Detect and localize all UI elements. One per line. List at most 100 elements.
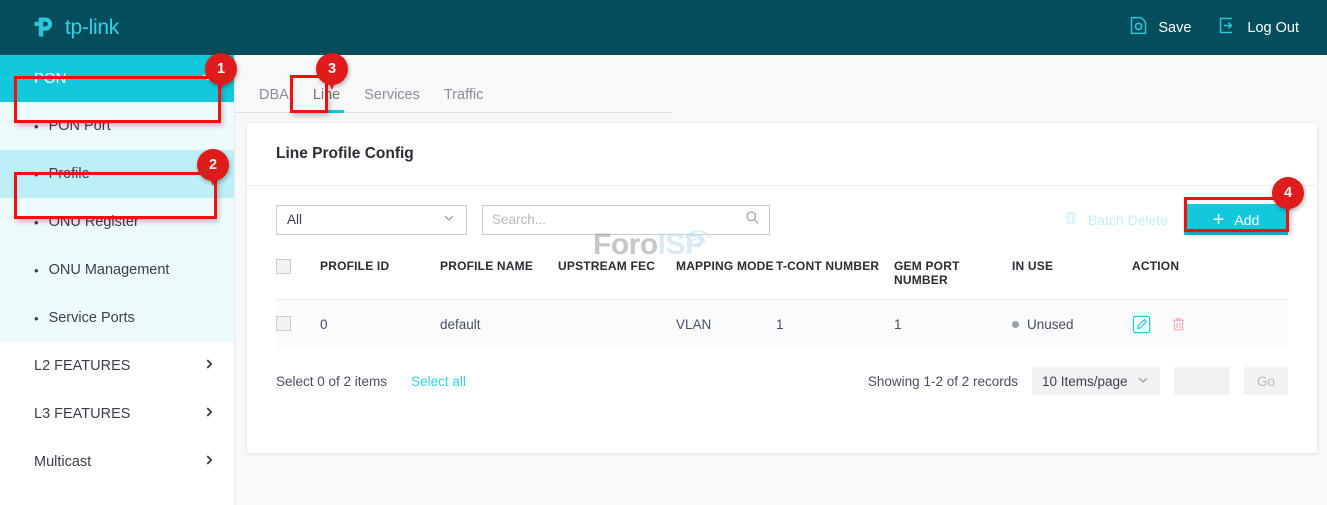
chevron-right-icon xyxy=(202,453,216,471)
bullet-icon: • xyxy=(34,215,39,230)
column-upstream-fec: UPSTREAM FEC xyxy=(558,253,676,300)
sidebar-item-label: ONU Register xyxy=(49,214,139,230)
chevron-down-icon xyxy=(1136,373,1150,390)
sidebar-item-pon[interactable]: PON xyxy=(0,55,234,102)
in-use-label: Unused xyxy=(1027,317,1074,332)
top-header: tp-link Save xyxy=(0,0,1327,55)
save-icon xyxy=(1128,15,1149,41)
pagination: Showing 1-2 of 2 records 10 Items/page G… xyxy=(868,367,1288,395)
header-actions: Save Log Out xyxy=(1128,15,1299,41)
search-icon[interactable] xyxy=(745,210,760,230)
logout-button[interactable]: Log Out xyxy=(1217,15,1299,41)
batch-delete-label: Batch Delete xyxy=(1088,212,1168,228)
save-label: Save xyxy=(1158,20,1191,36)
column-profile-name: PROFILE NAME xyxy=(440,253,558,300)
trash-icon xyxy=(1063,210,1079,229)
delete-icon[interactable] xyxy=(1170,316,1187,333)
chevron-down-icon xyxy=(442,211,456,228)
filter-select[interactable]: All xyxy=(276,205,467,235)
sidebar-group-label: L3 FEATURES xyxy=(34,406,130,422)
line-profile-card: Line Profile Config All xyxy=(247,123,1317,453)
add-button[interactable]: + Add xyxy=(1184,204,1288,235)
sidebar-item-profile[interactable]: • Profile xyxy=(0,150,234,198)
cell-action xyxy=(1132,300,1288,350)
selection-count: Select 0 of 2 items xyxy=(276,374,387,389)
go-button[interactable]: Go xyxy=(1244,367,1288,395)
cell-mapping-mode: VLAN xyxy=(676,300,776,350)
main-content: DBA Line Services Traffic Line Profile C… xyxy=(235,55,1327,505)
sidebar-item-label: ONU Management xyxy=(49,262,170,278)
bullet-icon: • xyxy=(34,119,39,134)
toolbar-actions: Batch Delete + Add xyxy=(1063,204,1288,235)
page-title: Line Profile Config xyxy=(247,123,1317,163)
sidebar-item-onu-management[interactable]: • ONU Management xyxy=(0,246,234,294)
cell-tcont-number: 1 xyxy=(776,300,894,350)
application-window: tp-link Save xyxy=(0,0,1327,505)
tab-traffic[interactable]: Traffic xyxy=(432,87,495,112)
sidebar-item-l3-features[interactable]: L3 FEATURES xyxy=(0,390,234,438)
edit-icon[interactable] xyxy=(1132,315,1151,334)
column-mapping-mode: MAPPING MODE xyxy=(676,253,776,300)
row-checkbox[interactable] xyxy=(276,316,291,331)
page-size-value: 10 Items/page xyxy=(1042,374,1128,389)
tab-bar: DBA Line Services Traffic xyxy=(235,67,672,113)
select-all-link[interactable]: Select all xyxy=(411,374,466,389)
sidebar: PON • PON Port • Profile • ONU Register … xyxy=(0,55,235,505)
tab-dba[interactable]: DBA xyxy=(247,87,301,112)
table-header: PROFILE ID PROFILE NAME UPSTREAM FEC MAP… xyxy=(276,253,1288,300)
sidebar-item-pon-port[interactable]: • PON Port xyxy=(0,102,234,150)
tab-line[interactable]: Line xyxy=(301,87,352,112)
column-gem-port-number: GEM PORT NUMBER xyxy=(894,253,1012,300)
table-row[interactable]: 0 default VLAN 1 1 Unused xyxy=(276,300,1288,350)
bullet-icon: • xyxy=(34,311,39,326)
column-profile-id: PROFILE ID xyxy=(320,253,440,300)
plus-icon: + xyxy=(1213,210,1225,230)
sidebar-item-label: PON Port xyxy=(49,118,111,134)
cell-gem-port-number: 1 xyxy=(894,300,1012,350)
sidebar-item-l2-features[interactable]: L2 FEATURES xyxy=(0,342,234,390)
select-all-header xyxy=(276,253,320,300)
cell-profile-name: default xyxy=(440,300,558,350)
bullet-icon: • xyxy=(34,263,39,278)
line-profile-table: PROFILE ID PROFILE NAME UPSTREAM FEC MAP… xyxy=(276,253,1288,349)
chevron-down-icon xyxy=(200,69,216,89)
add-label: Add xyxy=(1234,212,1259,228)
table-footer: Select 0 of 2 items Select all Showing 1… xyxy=(247,367,1317,395)
sidebar-item-service-ports[interactable]: • Service Ports xyxy=(0,294,234,342)
cell-profile-id: 0 xyxy=(320,300,440,350)
sidebar-item-multicast[interactable]: Multicast xyxy=(0,438,234,486)
bullet-icon: • xyxy=(34,167,39,182)
table-header-row: PROFILE ID PROFILE NAME UPSTREAM FEC MAP… xyxy=(276,253,1288,300)
column-action: ACTION xyxy=(1132,253,1288,300)
sidebar-submenu: • PON Port • Profile • ONU Register • ON… xyxy=(0,102,234,342)
tplink-logo-text: tp-link xyxy=(65,16,119,40)
cell-upstream-fec xyxy=(558,300,676,350)
sidebar-item-label: Service Ports xyxy=(49,310,135,326)
tplink-logo: tp-link xyxy=(32,15,119,41)
records-showing: Showing 1-2 of 2 records xyxy=(868,374,1018,389)
search-box[interactable] xyxy=(482,205,770,235)
chevron-right-icon xyxy=(202,357,216,375)
sidebar-group-label: Multicast xyxy=(34,454,91,470)
page-number-input[interactable] xyxy=(1174,367,1230,395)
table-toolbar: All xyxy=(247,186,1317,235)
logout-icon xyxy=(1217,15,1238,41)
sidebar-pon-label: PON xyxy=(34,70,67,87)
row-select-cell xyxy=(276,300,320,350)
sidebar-item-onu-register[interactable]: • ONU Register xyxy=(0,198,234,246)
save-button[interactable]: Save xyxy=(1128,15,1191,41)
logout-label: Log Out xyxy=(1247,20,1299,36)
status-badge xyxy=(1012,321,1019,328)
column-tcont-number: T-CONT NUMBER xyxy=(776,253,894,300)
sidebar-item-label: Profile xyxy=(49,166,90,182)
search-input[interactable] xyxy=(492,212,745,227)
page-size-select[interactable]: 10 Items/page xyxy=(1032,367,1160,395)
table-body: 0 default VLAN 1 1 Unused xyxy=(276,300,1288,350)
filter-select-value: All xyxy=(287,212,302,227)
cell-in-use: Unused xyxy=(1012,300,1132,350)
sidebar-group-label: L2 FEATURES xyxy=(34,358,130,374)
tab-services[interactable]: Services xyxy=(352,87,432,112)
batch-delete-button[interactable]: Batch Delete xyxy=(1063,210,1168,229)
column-in-use: IN USE xyxy=(1012,253,1132,300)
select-all-checkbox[interactable] xyxy=(276,259,291,274)
